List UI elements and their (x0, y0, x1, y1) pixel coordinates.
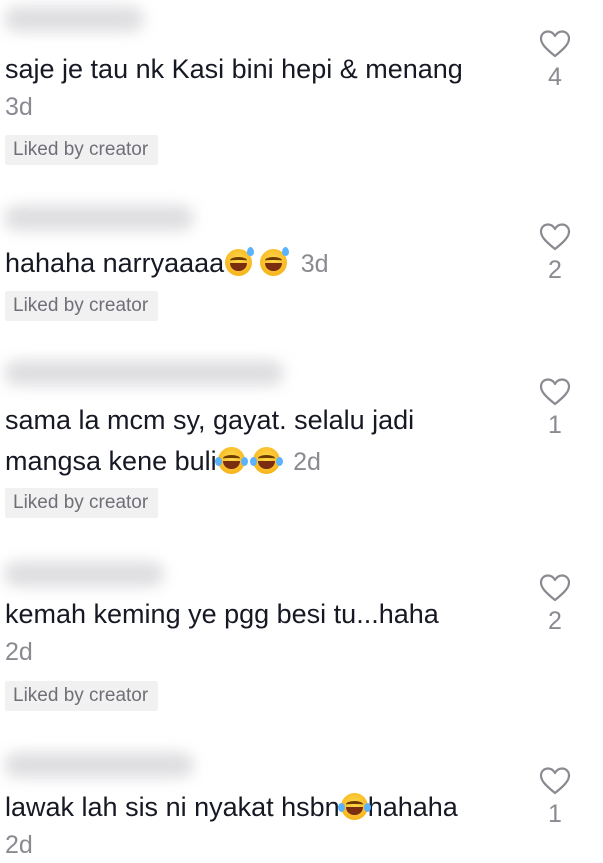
comment-text-content: mangsa kene buli (5, 446, 217, 476)
comment-time: 3d (300, 250, 329, 278)
heart-outline-icon (539, 767, 571, 795)
comment-text-content: hahaha (367, 792, 458, 822)
heart-outline-icon (539, 223, 571, 251)
liked-by-creator-badge: Liked by creator (5, 681, 159, 711)
liked-by-creator-badge: Liked by creator (5, 291, 159, 321)
username-blurred (4, 205, 194, 231)
username-blurred (4, 6, 144, 32)
comment-time: 2d (5, 831, 33, 859)
username-blurred (4, 561, 164, 587)
username-blurred (4, 360, 284, 386)
heart-outline-icon (539, 30, 571, 58)
tears-of-joy-emoji (214, 447, 248, 474)
heart-outline-icon (539, 378, 571, 406)
like-count: 2 (548, 607, 562, 635)
liked-by-creator-badge: Liked by creator (5, 488, 159, 518)
like-button[interactable]: 2 (535, 222, 575, 285)
comment-time: 2d (5, 638, 33, 666)
comment-text-line-2: mangsa kene buli 2d (5, 441, 523, 483)
like-count: 4 (548, 63, 562, 91)
heart-outline-icon (539, 574, 571, 602)
like-button[interactable]: 1 (535, 766, 575, 829)
liked-by-creator-badge: Liked by creator (5, 135, 159, 165)
like-count: 1 (548, 800, 562, 828)
like-button[interactable]: 2 (535, 573, 575, 636)
like-count: 1 (548, 411, 562, 439)
comment-time: 3d (5, 93, 33, 121)
like-count: 2 (548, 256, 562, 284)
grinning-sweat-emoji (225, 247, 255, 276)
comment-text: kemah keming ye pgg besi tu...haha (5, 599, 439, 629)
like-button[interactable]: 4 (535, 29, 575, 92)
grinning-sweat-emoji (260, 247, 290, 276)
comment-text: lawak lah sis ni nyakat hsbn hahaha (5, 787, 523, 828)
tears-of-joy-emoji (249, 447, 283, 474)
like-button[interactable]: 1 (535, 377, 575, 440)
comment-text-content: hahaha narryaaaa (5, 248, 225, 278)
comment-text: saje je tau nk Kasi bini hepi & menang (5, 54, 463, 84)
comment-time: 2d (293, 448, 321, 476)
comment-text-content: lawak lah sis ni nyakat hsbn (5, 792, 340, 822)
comment-text: hahaha narryaaaa 3d (5, 243, 523, 285)
tears-of-joy-emoji (337, 793, 371, 820)
comment-text-line-1: sama la mcm sy, gayat. selalu jadi (5, 405, 415, 435)
username-blurred (4, 752, 194, 778)
